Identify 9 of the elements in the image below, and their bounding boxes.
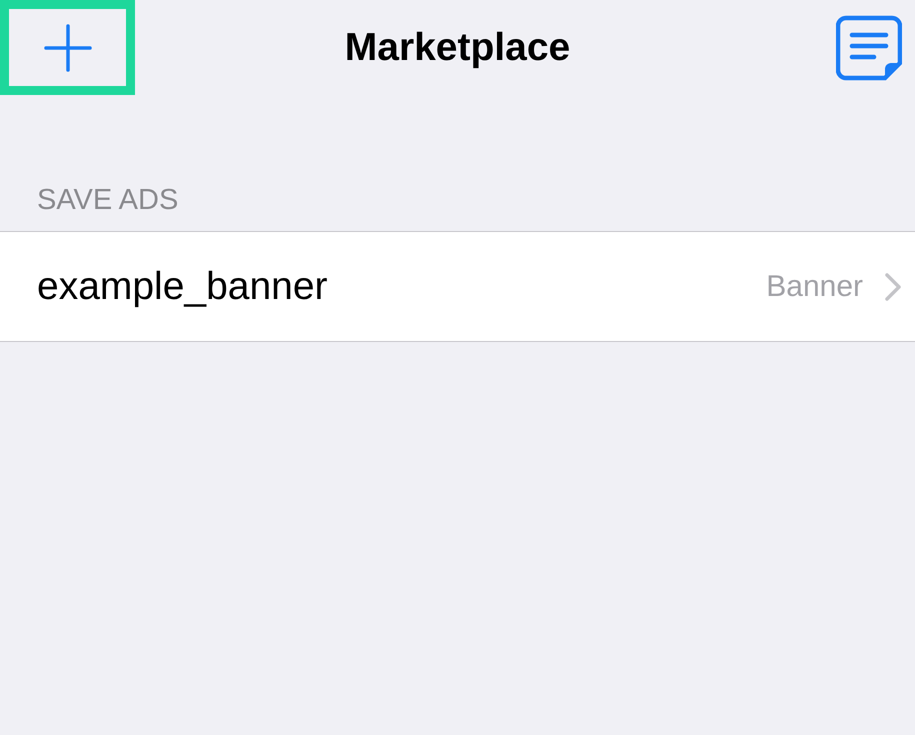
row-title: example_banner [37,264,329,308]
add-button[interactable] [0,0,135,95]
plus-icon [44,24,92,72]
note-icon [836,14,902,80]
section-header: SAVE ADS [37,185,180,218]
row-detail: Banner [766,270,863,304]
nav-title: Marketplace [344,26,572,70]
list-row[interactable]: example_banner Banner [0,231,915,342]
chevron-icon [885,272,901,300]
